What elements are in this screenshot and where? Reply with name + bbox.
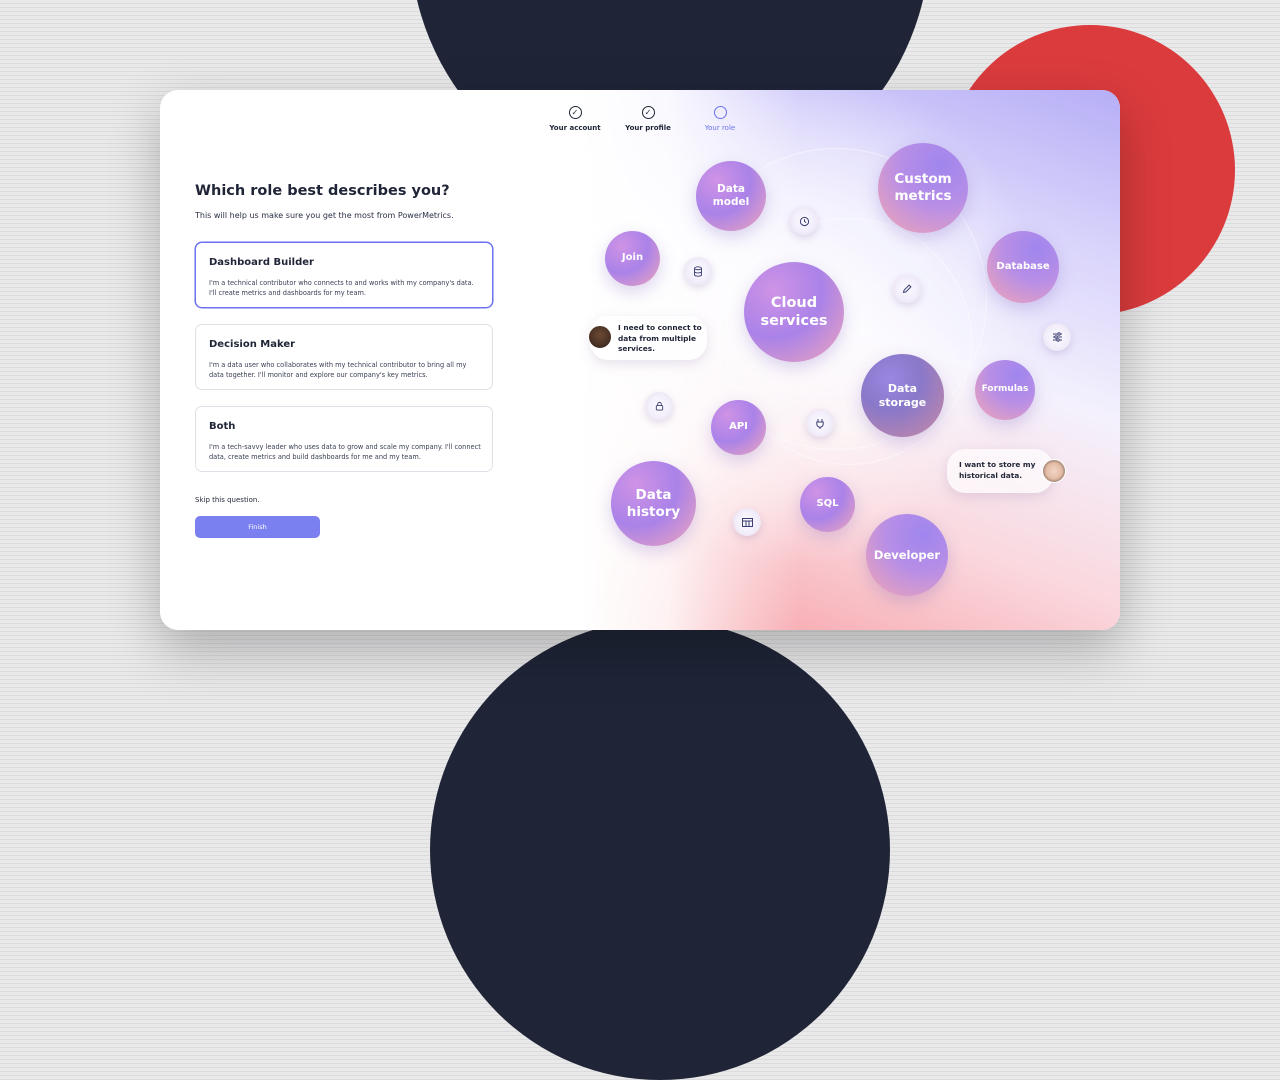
bubble-data-storage: Data storage bbox=[861, 354, 944, 437]
option-title: Both bbox=[209, 421, 236, 432]
avatar bbox=[588, 325, 612, 349]
progress-stepper: ✓ Your account ✓ Your profile Your role bbox=[540, 106, 740, 138]
option-title: Decision Maker bbox=[209, 339, 296, 350]
finish-button[interactable]: Finish bbox=[195, 516, 320, 538]
bubble-join: Join bbox=[605, 231, 660, 286]
chat-message: I need to connect to data from multiple … bbox=[618, 323, 702, 353]
pencil-icon bbox=[893, 275, 921, 303]
option-description: I'm a technical contributor who connects… bbox=[209, 279, 474, 297]
bubble-custom-metrics: Custom metrics bbox=[878, 143, 968, 233]
lock-icon bbox=[645, 392, 673, 420]
role-option-dashboard-builder[interactable]: Dashboard Builder I'm a technical contri… bbox=[195, 242, 493, 308]
avatar bbox=[1042, 459, 1066, 483]
bubble-data-model: Data model bbox=[696, 161, 766, 231]
table-icon bbox=[733, 508, 761, 536]
step-label: Your account bbox=[549, 124, 601, 132]
plug-icon bbox=[806, 409, 834, 437]
chat-bubble-store: I want to store my historical data. bbox=[947, 449, 1066, 493]
bubble-sql: SQL bbox=[800, 477, 855, 532]
option-description: I'm a data user who collaborates with my… bbox=[209, 361, 467, 379]
chat-message: I want to store my historical data. bbox=[959, 460, 1036, 480]
step-your-role: Your role bbox=[685, 106, 755, 132]
step-your-profile: ✓ Your profile bbox=[613, 106, 683, 132]
history-icon bbox=[790, 207, 818, 235]
bubble-cloud-services: Cloud services bbox=[744, 262, 844, 362]
sliders-icon bbox=[1043, 323, 1071, 351]
step-label: Your profile bbox=[625, 124, 671, 132]
step-label: Your role bbox=[704, 124, 736, 132]
bubble-database: Database bbox=[987, 231, 1059, 303]
page-title: Which role best describes you? bbox=[195, 183, 450, 199]
circle-icon bbox=[713, 106, 727, 119]
bubble-data-history: Data history bbox=[611, 461, 696, 546]
bubble-api: API bbox=[711, 400, 766, 455]
skip-question-link[interactable]: Skip this question. bbox=[195, 496, 260, 504]
bubble-formulas: Formulas bbox=[975, 360, 1035, 420]
check-icon: ✓ bbox=[568, 106, 582, 119]
step-your-account: ✓ Your account bbox=[540, 106, 610, 132]
check-icon: ✓ bbox=[641, 106, 655, 119]
onboarding-card: ✓ Your account ✓ Your profile Your role … bbox=[160, 90, 1120, 630]
database-icon bbox=[684, 257, 712, 285]
chat-bubble-connect: I need to connect to data from multiple … bbox=[588, 316, 707, 360]
option-description: I'm a tech-savvy leader who uses data to… bbox=[209, 443, 481, 461]
option-title: Dashboard Builder bbox=[209, 257, 314, 268]
role-option-decision-maker[interactable]: Decision Maker I'm a data user who colla… bbox=[195, 324, 493, 390]
role-option-both[interactable]: Both I'm a tech-savvy leader who uses da… bbox=[195, 406, 493, 472]
bubble-developer: Developer bbox=[866, 514, 948, 596]
background-navy-circle-bottom bbox=[430, 620, 890, 1080]
page-subtitle: This will help us make sure you get the … bbox=[195, 211, 454, 220]
